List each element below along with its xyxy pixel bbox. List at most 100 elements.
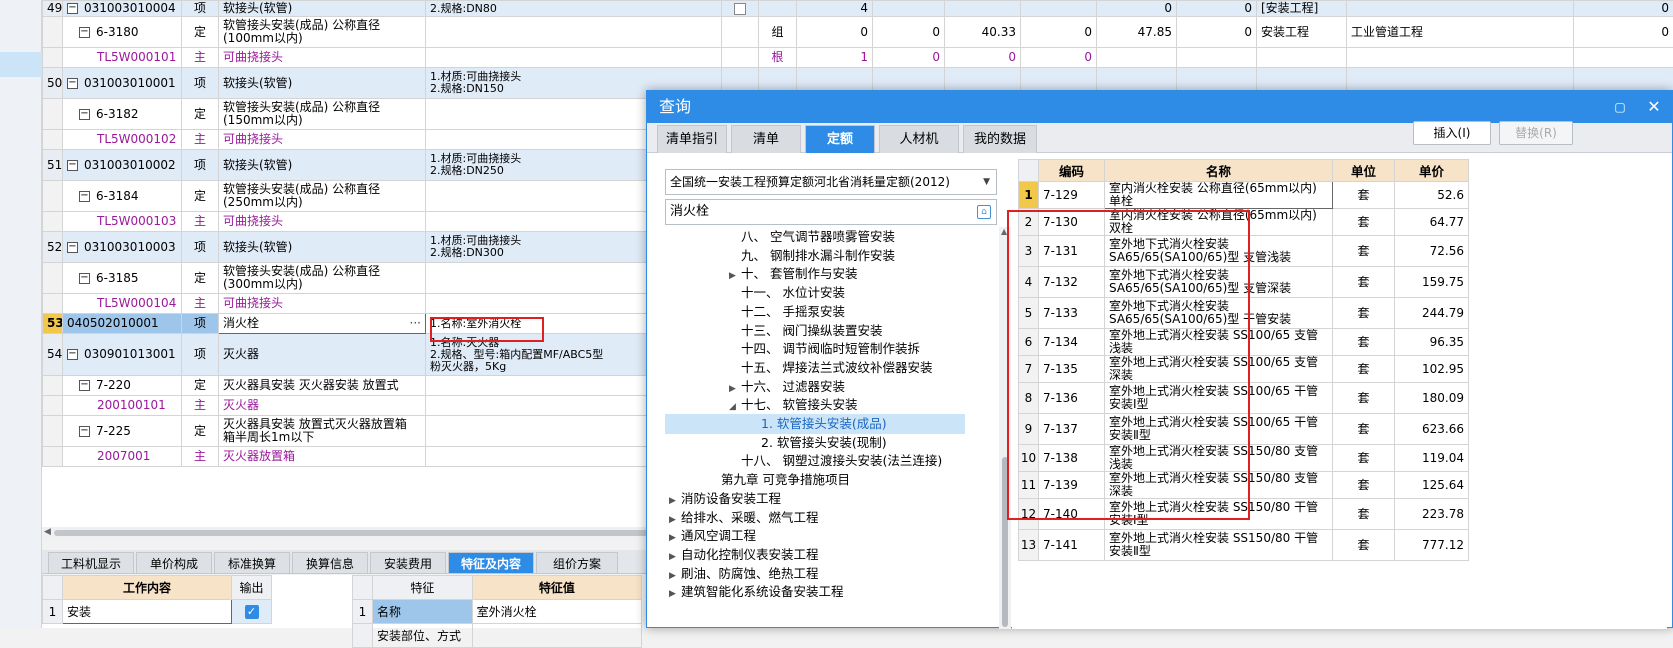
name-cell[interactable]: 软接头(软管) (219, 68, 426, 99)
replace-button[interactable]: 替换(R) (1499, 121, 1573, 145)
dialog-tab-1[interactable]: 清单指引 (657, 125, 727, 153)
code-cell[interactable]: −031003010003 (63, 232, 182, 263)
code-cell[interactable]: −030901013001 (63, 334, 182, 376)
feature-cell[interactable] (426, 48, 722, 68)
result-row[interactable]: 137-141室外地上式消火栓安装 SS150/80 干管安装Ⅱ型套777.12 (1019, 530, 1469, 561)
insert-button[interactable]: 插入(I) (1413, 121, 1491, 145)
output-checkbox[interactable]: ✓ (245, 605, 259, 619)
tab-3[interactable]: 标准换算 (214, 552, 290, 574)
code-cell[interactable]: 040502010001 (63, 314, 182, 334)
collapse-icon[interactable]: − (79, 109, 90, 120)
code-cell[interactable]: TL5W000104 (63, 294, 182, 314)
collapse-icon[interactable]: − (67, 3, 78, 14)
code-cell[interactable]: 200100101 (63, 396, 182, 416)
result-row[interactable]: 17-129室内消火栓安装 公称直径(65mm以内)单栓套52.6 (1019, 182, 1469, 209)
collapse-icon[interactable]: − (79, 426, 90, 437)
feature-cell[interactable] (426, 17, 722, 48)
name-cell[interactable]: 灭火器具安装 放置式灭火器放置箱 箱半周长1m以下 (219, 416, 426, 447)
collapse-icon[interactable]: − (79, 273, 90, 284)
collapse-icon[interactable]: − (79, 27, 90, 38)
code-cell[interactable]: −031003010004 (63, 1, 182, 17)
tree-node[interactable]: 1. 软管接头安装(成品) (665, 414, 965, 434)
code-cell[interactable]: −6-3180 (63, 17, 182, 48)
result-row[interactable]: 47-132室外地下式消火栓安装 SA65/65(SA100/65)型 支管深装… (1019, 267, 1469, 298)
quota-tree[interactable]: 八、 空气调节器喷雾管安装九、 钢制排水漏斗制作安装▶十、 套管制作与安装十一、… (665, 227, 997, 629)
checkbox-cell[interactable] (722, 17, 759, 48)
tab-7[interactable]: 组价方案 (536, 552, 618, 574)
tree-node[interactable]: 2. 软管接头安装(现制) (665, 433, 965, 453)
name-cell[interactable]: 软接头(软管) (219, 1, 426, 17)
checkbox-cell[interactable] (722, 48, 759, 68)
table-row[interactable]: −6-3180定软管接头安装(成品) 公称直径(100mm以内)组0040.33… (43, 17, 1673, 48)
tree-node[interactable]: 八、 空气调节器喷雾管安装 (665, 227, 965, 247)
tree-node[interactable]: 第九章 可竞争措施项目 (665, 470, 965, 490)
collapse-icon[interactable]: − (79, 380, 90, 391)
code-cell[interactable]: −7-225 (63, 416, 182, 447)
column-header[interactable]: 名称 (1105, 160, 1333, 182)
tab-1[interactable]: 工料机显示 (48, 552, 134, 574)
scroll-thumb[interactable] (54, 530, 654, 536)
name-cell[interactable]: 可曲挠接头 (219, 48, 426, 68)
result-row[interactable]: 67-134室外地上式消火栓安装 SS100/65 支管浅装套96.35 (1019, 329, 1469, 356)
name-cell[interactable]: ···消火栓 (219, 314, 426, 334)
name-cell[interactable]: 软管接头安装(成品) 公称直径(150mm以内) (219, 99, 426, 130)
tree-node[interactable]: 十二、 手摇泵安装 (665, 302, 965, 322)
column-header[interactable]: 编码 (1039, 160, 1105, 182)
tree-node[interactable]: ▶十六、 过滤器安装 (665, 377, 965, 397)
table-row[interactable]: TL5W000101主可曲挠接头根1000 (43, 48, 1673, 68)
name-cell[interactable]: 软管接头安装(成品) 公称直径(100mm以内) (219, 17, 426, 48)
code-cell[interactable]: 2007001 (63, 447, 182, 467)
tree-node[interactable]: 九、 钢制排水漏斗制作安装 (665, 246, 965, 266)
dialog-tab-2[interactable]: 清单 (731, 125, 801, 153)
name-cell[interactable]: 软接头(软管) (219, 232, 426, 263)
chevron-down-icon[interactable]: ▼ (983, 170, 990, 194)
tab-2[interactable]: 单价构成 (136, 552, 212, 574)
feature-name-cell[interactable]: 安装部位、方式 (372, 624, 472, 648)
code-cell[interactable]: −6-3184 (63, 181, 182, 212)
tab-6[interactable]: 特征及内容 (448, 552, 534, 574)
tab-4[interactable]: 换算信息 (292, 552, 368, 574)
scroll-up-icon[interactable]: ▲ (1001, 227, 1007, 236)
result-row[interactable]: 117-139室外地上式消火栓安装 SS150/80 支管深装套125.64 (1019, 472, 1469, 499)
more-icon[interactable]: ··· (410, 317, 421, 330)
tree-node[interactable]: ▶十、 套管制作与安装 (665, 264, 965, 284)
tree-node[interactable]: ▶给排水、采暖、燃气工程 (665, 508, 965, 528)
name-cell[interactable]: 软接头(软管) (219, 150, 426, 181)
code-cell[interactable]: −031003010001 (63, 68, 182, 99)
result-row[interactable]: 107-138室外地上式消火栓安装 SS150/80 支管浅装套119.04 (1019, 445, 1469, 472)
result-row[interactable]: 37-131室外地下式消火栓安装 SA65/65(SA100/65)型 支管浅装… (1019, 236, 1469, 267)
tree-node[interactable]: 十三、 阀门操纵装置安装 (665, 321, 965, 341)
tree-node[interactable]: 十一、 水位计安装 (665, 283, 965, 303)
library-select[interactable]: 全国统一安装工程预算定额河北省消耗量定额(2012)▼ (665, 169, 997, 195)
result-row[interactable]: 77-135室外地上式消火栓安装 SS100/65 支管深装套102.95 (1019, 356, 1469, 383)
column-header[interactable]: 单价 (1395, 160, 1469, 182)
tree-node[interactable]: ▶建筑智能化系统设备安装工程 (665, 582, 965, 602)
expand-icon[interactable]: ▶ (669, 584, 681, 604)
result-row[interactable]: 127-140室外地上式消火栓安装 SS150/80 干管安装Ⅰ型套223.78 (1019, 499, 1469, 530)
dialog-tab-4[interactable]: 人材机 (879, 125, 959, 153)
collapse-icon[interactable]: − (67, 242, 78, 253)
feature-cell[interactable]: 2.规格:DN80 (426, 1, 722, 17)
name-cell[interactable]: 可曲挠接头 (219, 212, 426, 232)
dialog-tab-3[interactable]: 定额 (805, 125, 875, 153)
collapse-icon[interactable]: − (79, 191, 90, 202)
name-cell[interactable]: 灭火器具安装 灭火器安装 放置式 (219, 376, 426, 396)
name-cell[interactable]: 可曲挠接头 (219, 294, 426, 314)
code-cell[interactable]: −6-3185 (63, 263, 182, 294)
dialog-tab-5[interactable]: 我的数据 (963, 125, 1037, 153)
tree-node[interactable]: 十四、 调节阀临时短管制作装拆 (665, 339, 965, 359)
scroll-left-icon[interactable]: ◀ (44, 527, 51, 537)
code-cell[interactable]: −7-220 (63, 376, 182, 396)
name-cell[interactable]: 软管接头安装(成品) 公称直径(250mm以内) (219, 181, 426, 212)
name-cell[interactable]: 软管接头安装(成品) 公称直径(300mm以内) (219, 263, 426, 294)
feature-name-cell[interactable]: 名称 (372, 600, 472, 624)
search-icon[interactable]: ⌂ (977, 205, 991, 219)
quota-result-grid[interactable]: 编码名称单位单价 17-129室内消火栓安装 公称直径(65mm以内)单栓套52… (1012, 159, 1667, 629)
tree-scrollbar[interactable]: ▲ (999, 227, 1011, 629)
tree-scroll-thumb[interactable] (1002, 457, 1008, 627)
tab-5[interactable]: 安装费用 (370, 552, 446, 574)
result-row[interactable]: 27-130室内消火栓安装 公称直径(65mm以内)双栓套64.77 (1019, 209, 1469, 236)
search-input[interactable]: 消火栓⌂ (665, 199, 997, 225)
column-header[interactable]: 单位 (1333, 160, 1395, 182)
tree-node[interactable]: ▶通风空调工程 (665, 526, 965, 546)
